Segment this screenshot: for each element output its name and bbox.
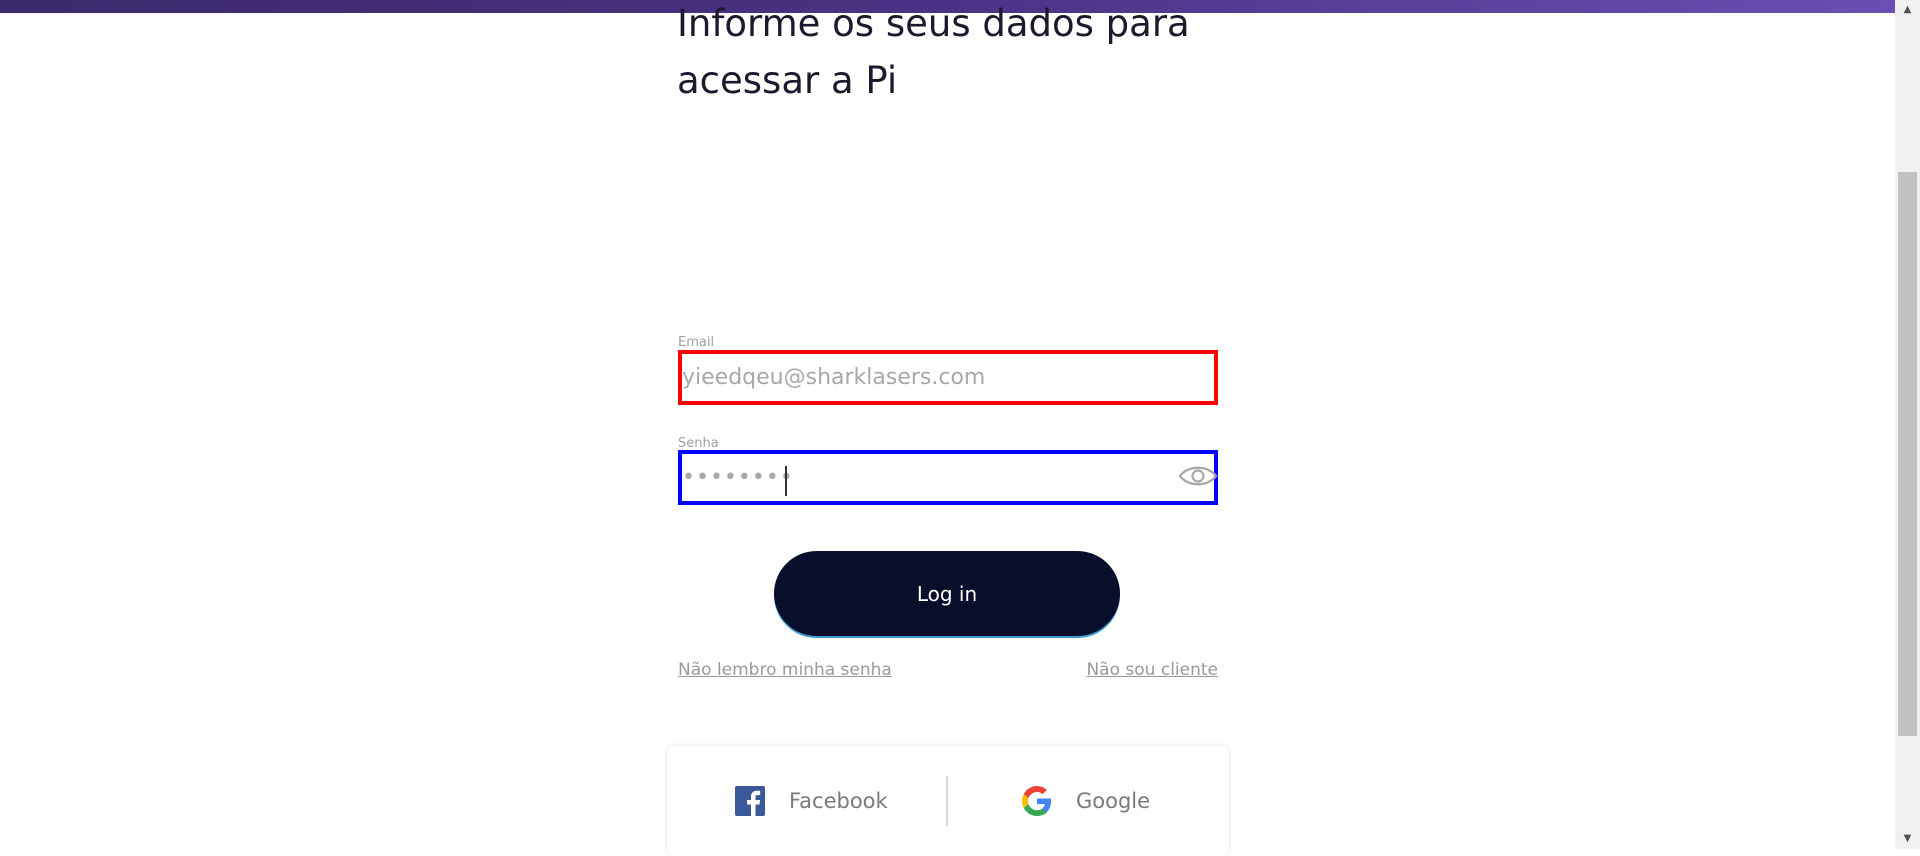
page-title: Informe os seus dados para acessar a Pi (677, 0, 1237, 109)
show-password-toggle[interactable] (1178, 460, 1218, 492)
text-caret (785, 466, 787, 496)
facebook-icon (735, 786, 765, 816)
email-field-wrapper (678, 350, 1218, 405)
scrollbar-thumb[interactable] (1898, 172, 1917, 736)
google-icon (1022, 786, 1052, 816)
not-client-link[interactable]: Não sou cliente (1086, 660, 1218, 680)
social-login-card: Facebook Google (667, 746, 1229, 856)
page-title-line-2: acessar a Pi (677, 59, 898, 102)
google-login-button[interactable]: Google (1022, 776, 1150, 826)
vertical-scrollbar[interactable]: ▲ ▼ (1895, 0, 1920, 849)
email-label: Email (678, 335, 715, 350)
email-field[interactable] (682, 354, 1214, 401)
password-label: Senha (678, 436, 719, 451)
google-login-label: Google (1076, 789, 1151, 813)
password-field-wrapper (678, 450, 1218, 505)
page-title-line-1: Informe os seus dados para (677, 2, 1190, 45)
facebook-login-button[interactable]: Facebook (735, 776, 888, 826)
login-button[interactable]: Log in (774, 551, 1120, 636)
password-field[interactable] (682, 454, 1214, 501)
social-divider (946, 776, 948, 826)
forgot-password-link[interactable]: Não lembro minha senha (678, 660, 892, 680)
eye-icon (1178, 466, 1218, 486)
facebook-login-label: Facebook (789, 789, 888, 813)
scroll-down-arrow-icon[interactable]: ▼ (1895, 829, 1920, 849)
scroll-up-arrow-icon[interactable]: ▲ (1895, 0, 1920, 20)
